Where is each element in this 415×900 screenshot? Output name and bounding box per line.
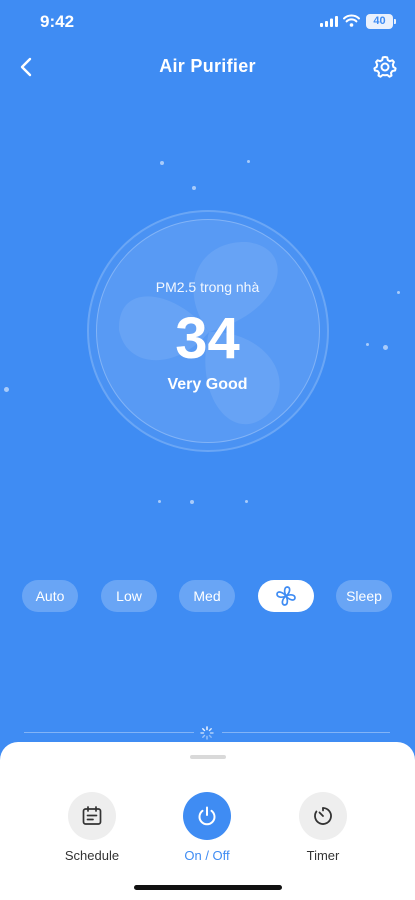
fan-mode-selector: Auto Low Med Sleep: [0, 580, 415, 612]
cellular-signal-icon: [320, 16, 338, 27]
loading-spinner-icon: [200, 726, 214, 740]
status-time: 9:42: [40, 12, 75, 31]
divider-left: [24, 732, 194, 733]
mode-low-button[interactable]: Low: [101, 580, 157, 612]
timer-icon: [314, 807, 332, 825]
power-icon: [198, 806, 216, 826]
sheet-drag-handle[interactable]: [190, 755, 226, 759]
schedule-button[interactable]: Schedule: [52, 792, 132, 863]
fan-icon: [276, 586, 296, 606]
schedule-icon-circle: [68, 792, 116, 840]
wifi-icon: [343, 14, 360, 27]
divider-right: [222, 732, 390, 733]
mode-sleep-button[interactable]: Sleep: [336, 580, 392, 612]
calendar-icon: [82, 806, 102, 825]
battery-indicator: 40: [366, 14, 396, 29]
pm25-label: PM2.5 trong nhà: [155, 279, 260, 295]
power-button[interactable]: On / Off: [167, 792, 247, 863]
bottom-sheet: Schedule On / Off Timer: [0, 742, 415, 900]
mode-auto-button[interactable]: Auto: [22, 580, 78, 612]
home-indicator: [134, 885, 282, 890]
navigation-bar: Air Purifier: [0, 44, 415, 88]
schedule-label: Schedule: [64, 848, 120, 863]
timer-button[interactable]: Timer: [283, 792, 363, 863]
timer-icon-circle: [299, 792, 347, 840]
page-title: Air Purifier: [159, 56, 256, 76]
power-icon-circle: [183, 792, 231, 840]
status-bar: 9:42 40: [0, 0, 415, 44]
gear-icon: [373, 56, 397, 78]
timer-label: Timer: [306, 848, 340, 863]
power-label: On / Off: [184, 848, 230, 863]
pm25-value: 34: [175, 306, 240, 371]
air-quality-status: Very Good: [167, 376, 248, 393]
settings-button[interactable]: [372, 54, 398, 80]
mode-med-button[interactable]: Med: [179, 580, 235, 612]
mode-fan-button[interactable]: [258, 580, 314, 612]
